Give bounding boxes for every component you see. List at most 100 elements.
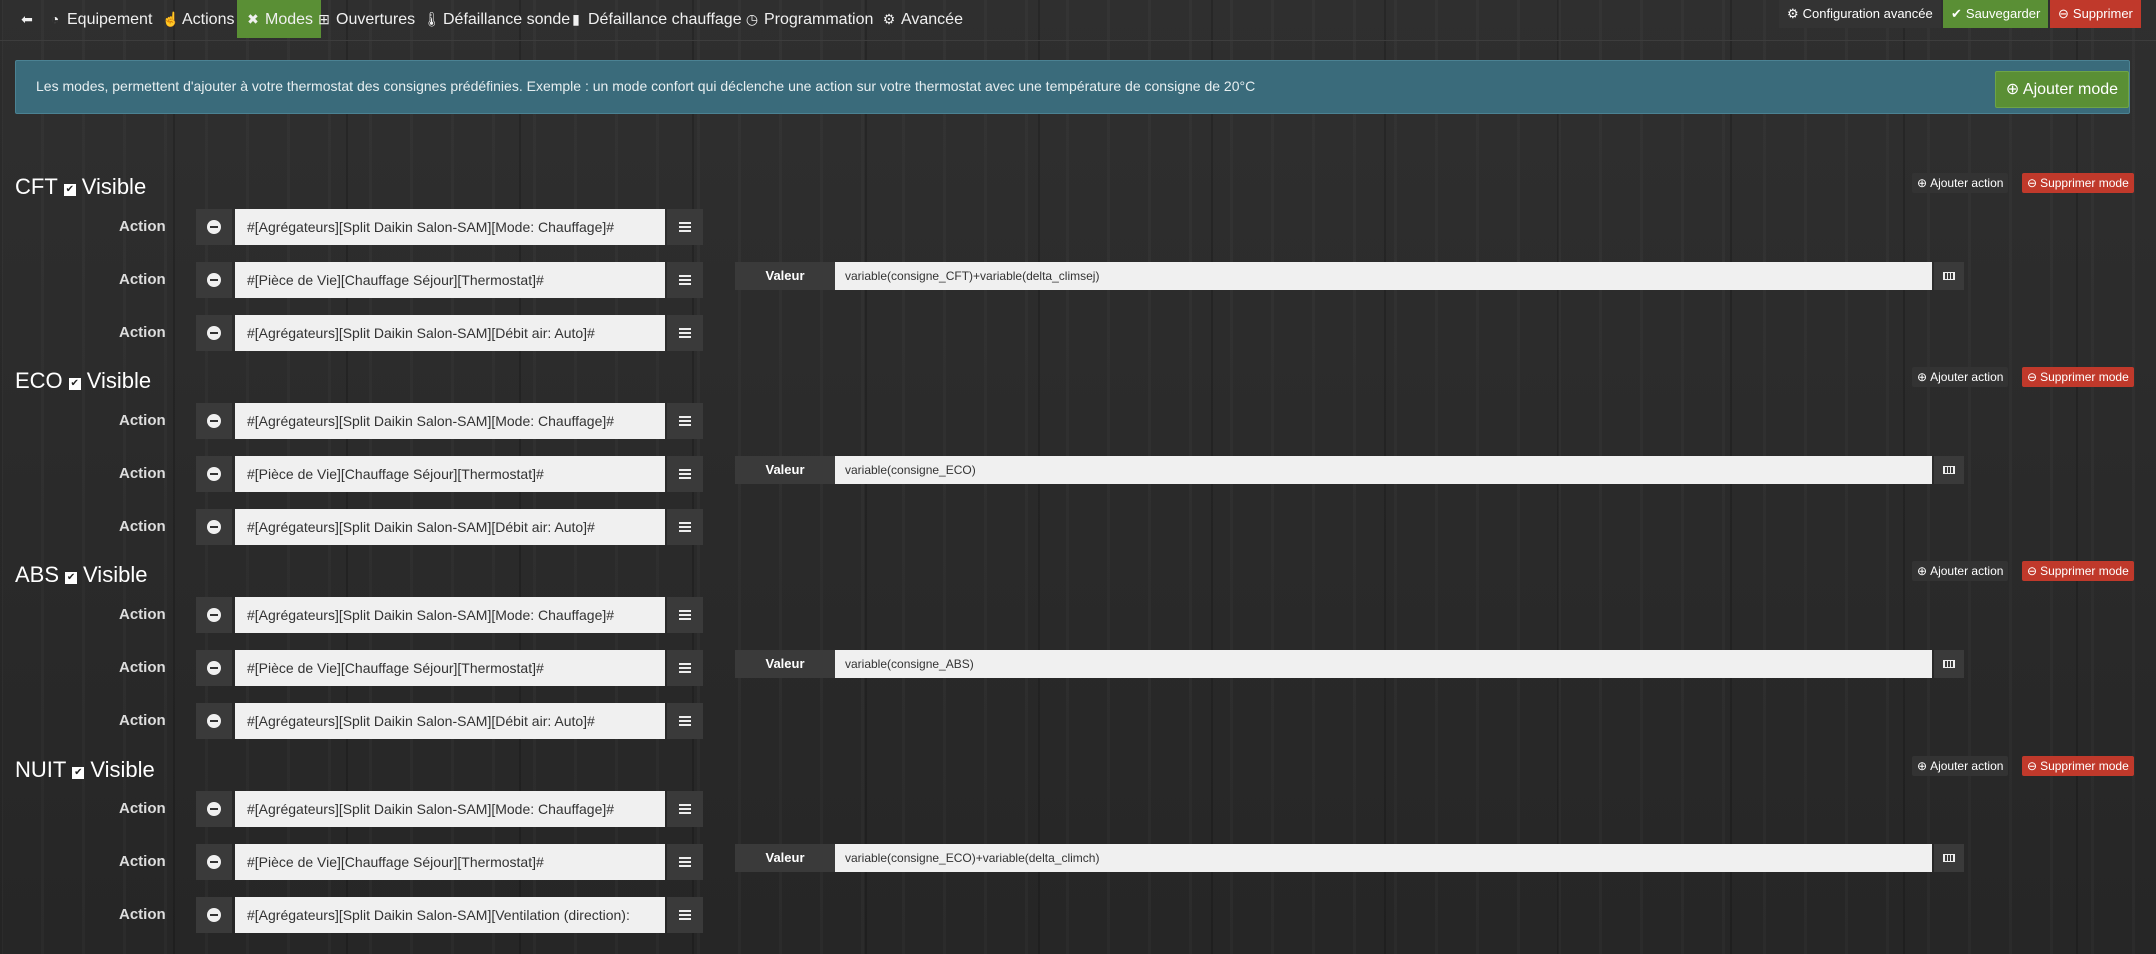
action-command-input[interactable]: #[Agrégateurs][Split Daikin Salon-SAM][M… (235, 597, 665, 633)
list-icon (679, 275, 691, 285)
select-command-button[interactable] (667, 262, 703, 298)
minus-circle-icon: ⊖ (2027, 176, 2038, 190)
select-command-button[interactable] (667, 897, 703, 933)
delete-mode-label: Supprimer mode (2040, 370, 2129, 384)
keyboard-button[interactable] (1934, 844, 1964, 872)
select-command-button[interactable] (667, 509, 703, 545)
add-action-button[interactable]: ⊕ Ajouter action (1912, 173, 2009, 193)
remove-action-button[interactable] (196, 209, 232, 245)
delete-button[interactable]: ⊖ Supprimer (2050, 0, 2141, 28)
delete-label: Supprimer (2072, 6, 2133, 21)
action-command-input[interactable]: #[Agrégateurs][Split Daikin Salon-SAM][M… (235, 403, 665, 439)
plus-circle-icon: ⊕ (1917, 759, 1928, 773)
back-button[interactable]: ⬅ (19, 0, 39, 38)
valeur-input[interactable]: variable(consigne_CFT)+variable(delta_cl… (835, 262, 1932, 290)
remove-action-button[interactable] (196, 509, 232, 545)
tab-ouvertures[interactable]: ⊞ Ouvertures (316, 0, 415, 38)
tab-programmation[interactable]: ◷ Programmation (744, 0, 873, 38)
select-command-button[interactable] (667, 315, 703, 351)
action-command-input[interactable]: #[Agrégateurs][Split Daikin Salon-SAM][M… (235, 791, 665, 827)
remove-action-button[interactable] (196, 897, 232, 933)
add-mode-button[interactable]: ⊕ Ajouter mode (1995, 71, 2129, 108)
select-command-button[interactable] (667, 650, 703, 686)
delete-mode-button[interactable]: ⊖ Supprimer mode (2022, 756, 2134, 776)
minus-circle-icon (207, 220, 221, 234)
remove-action-button[interactable] (196, 597, 232, 633)
valeur-input[interactable]: variable(consigne_ABS) (835, 650, 1932, 678)
select-command-button[interactable] (667, 791, 703, 827)
visible-checkbox[interactable]: ✔ (68, 378, 81, 390)
keyboard-button[interactable] (1934, 650, 1964, 678)
delete-mode-button[interactable]: ⊖ Supprimer mode (2022, 561, 2134, 581)
valeur-input[interactable]: variable(consigne_ECO)+variable(delta_cl… (835, 844, 1932, 872)
tab-modes[interactable]: ✖ Modes (237, 0, 322, 38)
action-command-input[interactable]: #[Pièce de Vie][Chauffage Séjour][Thermo… (235, 262, 665, 298)
list-icon (679, 328, 691, 338)
visible-checkbox[interactable]: ✔ (72, 767, 85, 779)
action-command-input[interactable]: #[Pièce de Vie][Chauffage Séjour][Thermo… (235, 456, 665, 492)
keyboard-button[interactable] (1934, 456, 1964, 484)
check-circle-icon: ✔ (1951, 6, 1962, 21)
save-button[interactable]: ✔ Sauvegarder (1943, 0, 2049, 28)
action-label: Action (119, 218, 166, 235)
list-icon (679, 416, 691, 426)
action-command-input[interactable]: #[Pièce de Vie][Chauffage Séjour][Thermo… (235, 844, 665, 880)
action-command-input[interactable]: #[Pièce de Vie][Chauffage Séjour][Thermo… (235, 650, 665, 686)
remove-action-button[interactable] (196, 703, 232, 739)
action-command-input[interactable]: #[Agrégateurs][Split Daikin Salon-SAM][D… (235, 703, 665, 739)
select-command-button[interactable] (667, 844, 703, 880)
visible-label: Visible (90, 757, 155, 782)
valeur-input[interactable]: variable(consigne_ECO) (835, 456, 1932, 484)
gears-icon: ⚙ (1787, 6, 1799, 21)
mode-title: ECO ✔ Visible (15, 366, 151, 396)
delete-mode-label: Supprimer mode (2040, 176, 2129, 190)
remove-action-button[interactable] (196, 650, 232, 686)
list-icon (679, 522, 691, 532)
tab-avancee[interactable]: ⚙ Avancée (881, 0, 963, 38)
select-command-button[interactable] (667, 209, 703, 245)
tab-defaillance-chauffage[interactable]: ▮ Défaillance chauffage (568, 0, 741, 38)
delete-mode-button[interactable]: ⊖ Supprimer mode (2022, 173, 2134, 193)
remove-action-button[interactable] (196, 262, 232, 298)
tab-equipement[interactable]: ◔ Equipement (47, 0, 153, 38)
add-action-button[interactable]: ⊕ Ajouter action (1912, 561, 2009, 581)
tab-label: Modes (265, 11, 314, 28)
action-command-input[interactable]: #[Agrégateurs][Split Daikin Salon-SAM][M… (235, 209, 665, 245)
mode-title: CFT ✔ Visible (15, 172, 146, 202)
select-command-button[interactable] (667, 456, 703, 492)
action-command-input[interactable]: #[Agrégateurs][Split Daikin Salon-SAM][D… (235, 509, 665, 545)
delete-mode-button[interactable]: ⊖ Supprimer mode (2022, 367, 2134, 387)
tab-actions[interactable]: ☝ Actions (162, 0, 234, 38)
select-command-button[interactable] (667, 597, 703, 633)
valeur-label: Valeur (735, 262, 835, 290)
remove-action-button[interactable] (196, 844, 232, 880)
visible-label: Visible (81, 174, 147, 199)
remove-action-button[interactable] (196, 456, 232, 492)
keyboard-icon (1943, 854, 1955, 862)
add-action-button[interactable]: ⊕ Ajouter action (1912, 756, 2009, 776)
add-action-label: Ajouter action (1930, 176, 2004, 190)
select-command-button[interactable] (667, 703, 703, 739)
minus-circle-icon (207, 520, 221, 534)
action-label: Action (119, 712, 166, 729)
tab-label: Défaillance sonde (443, 11, 571, 28)
add-action-label: Ajouter action (1930, 370, 2004, 384)
action-command-input[interactable]: #[Agrégateurs][Split Daikin Salon-SAM][D… (235, 315, 665, 351)
list-icon (679, 469, 691, 479)
add-action-button[interactable]: ⊕ Ajouter action (1912, 367, 2009, 387)
list-icon (679, 222, 691, 232)
action-command-input[interactable]: #[Agrégateurs][Split Daikin Salon-SAM][V… (235, 897, 665, 933)
info-banner: Les modes, permettent d'ajouter à votre … (15, 60, 2130, 114)
list-icon (679, 610, 691, 620)
remove-action-button[interactable] (196, 403, 232, 439)
tab-defaillance-sonde[interactable]: 🌡 Défaillance sonde (423, 0, 570, 38)
remove-action-button[interactable] (196, 315, 232, 351)
visible-checkbox[interactable]: ✔ (63, 184, 76, 196)
keyboard-button[interactable] (1934, 262, 1964, 290)
plus-circle-icon: ⊕ (1917, 564, 1928, 578)
visible-checkbox[interactable]: ✔ (65, 572, 78, 584)
config-avancee-button[interactable]: ⚙ Configuration avancée (1779, 0, 1941, 28)
action-label: Action (119, 606, 166, 623)
select-command-button[interactable] (667, 403, 703, 439)
remove-action-button[interactable] (196, 791, 232, 827)
